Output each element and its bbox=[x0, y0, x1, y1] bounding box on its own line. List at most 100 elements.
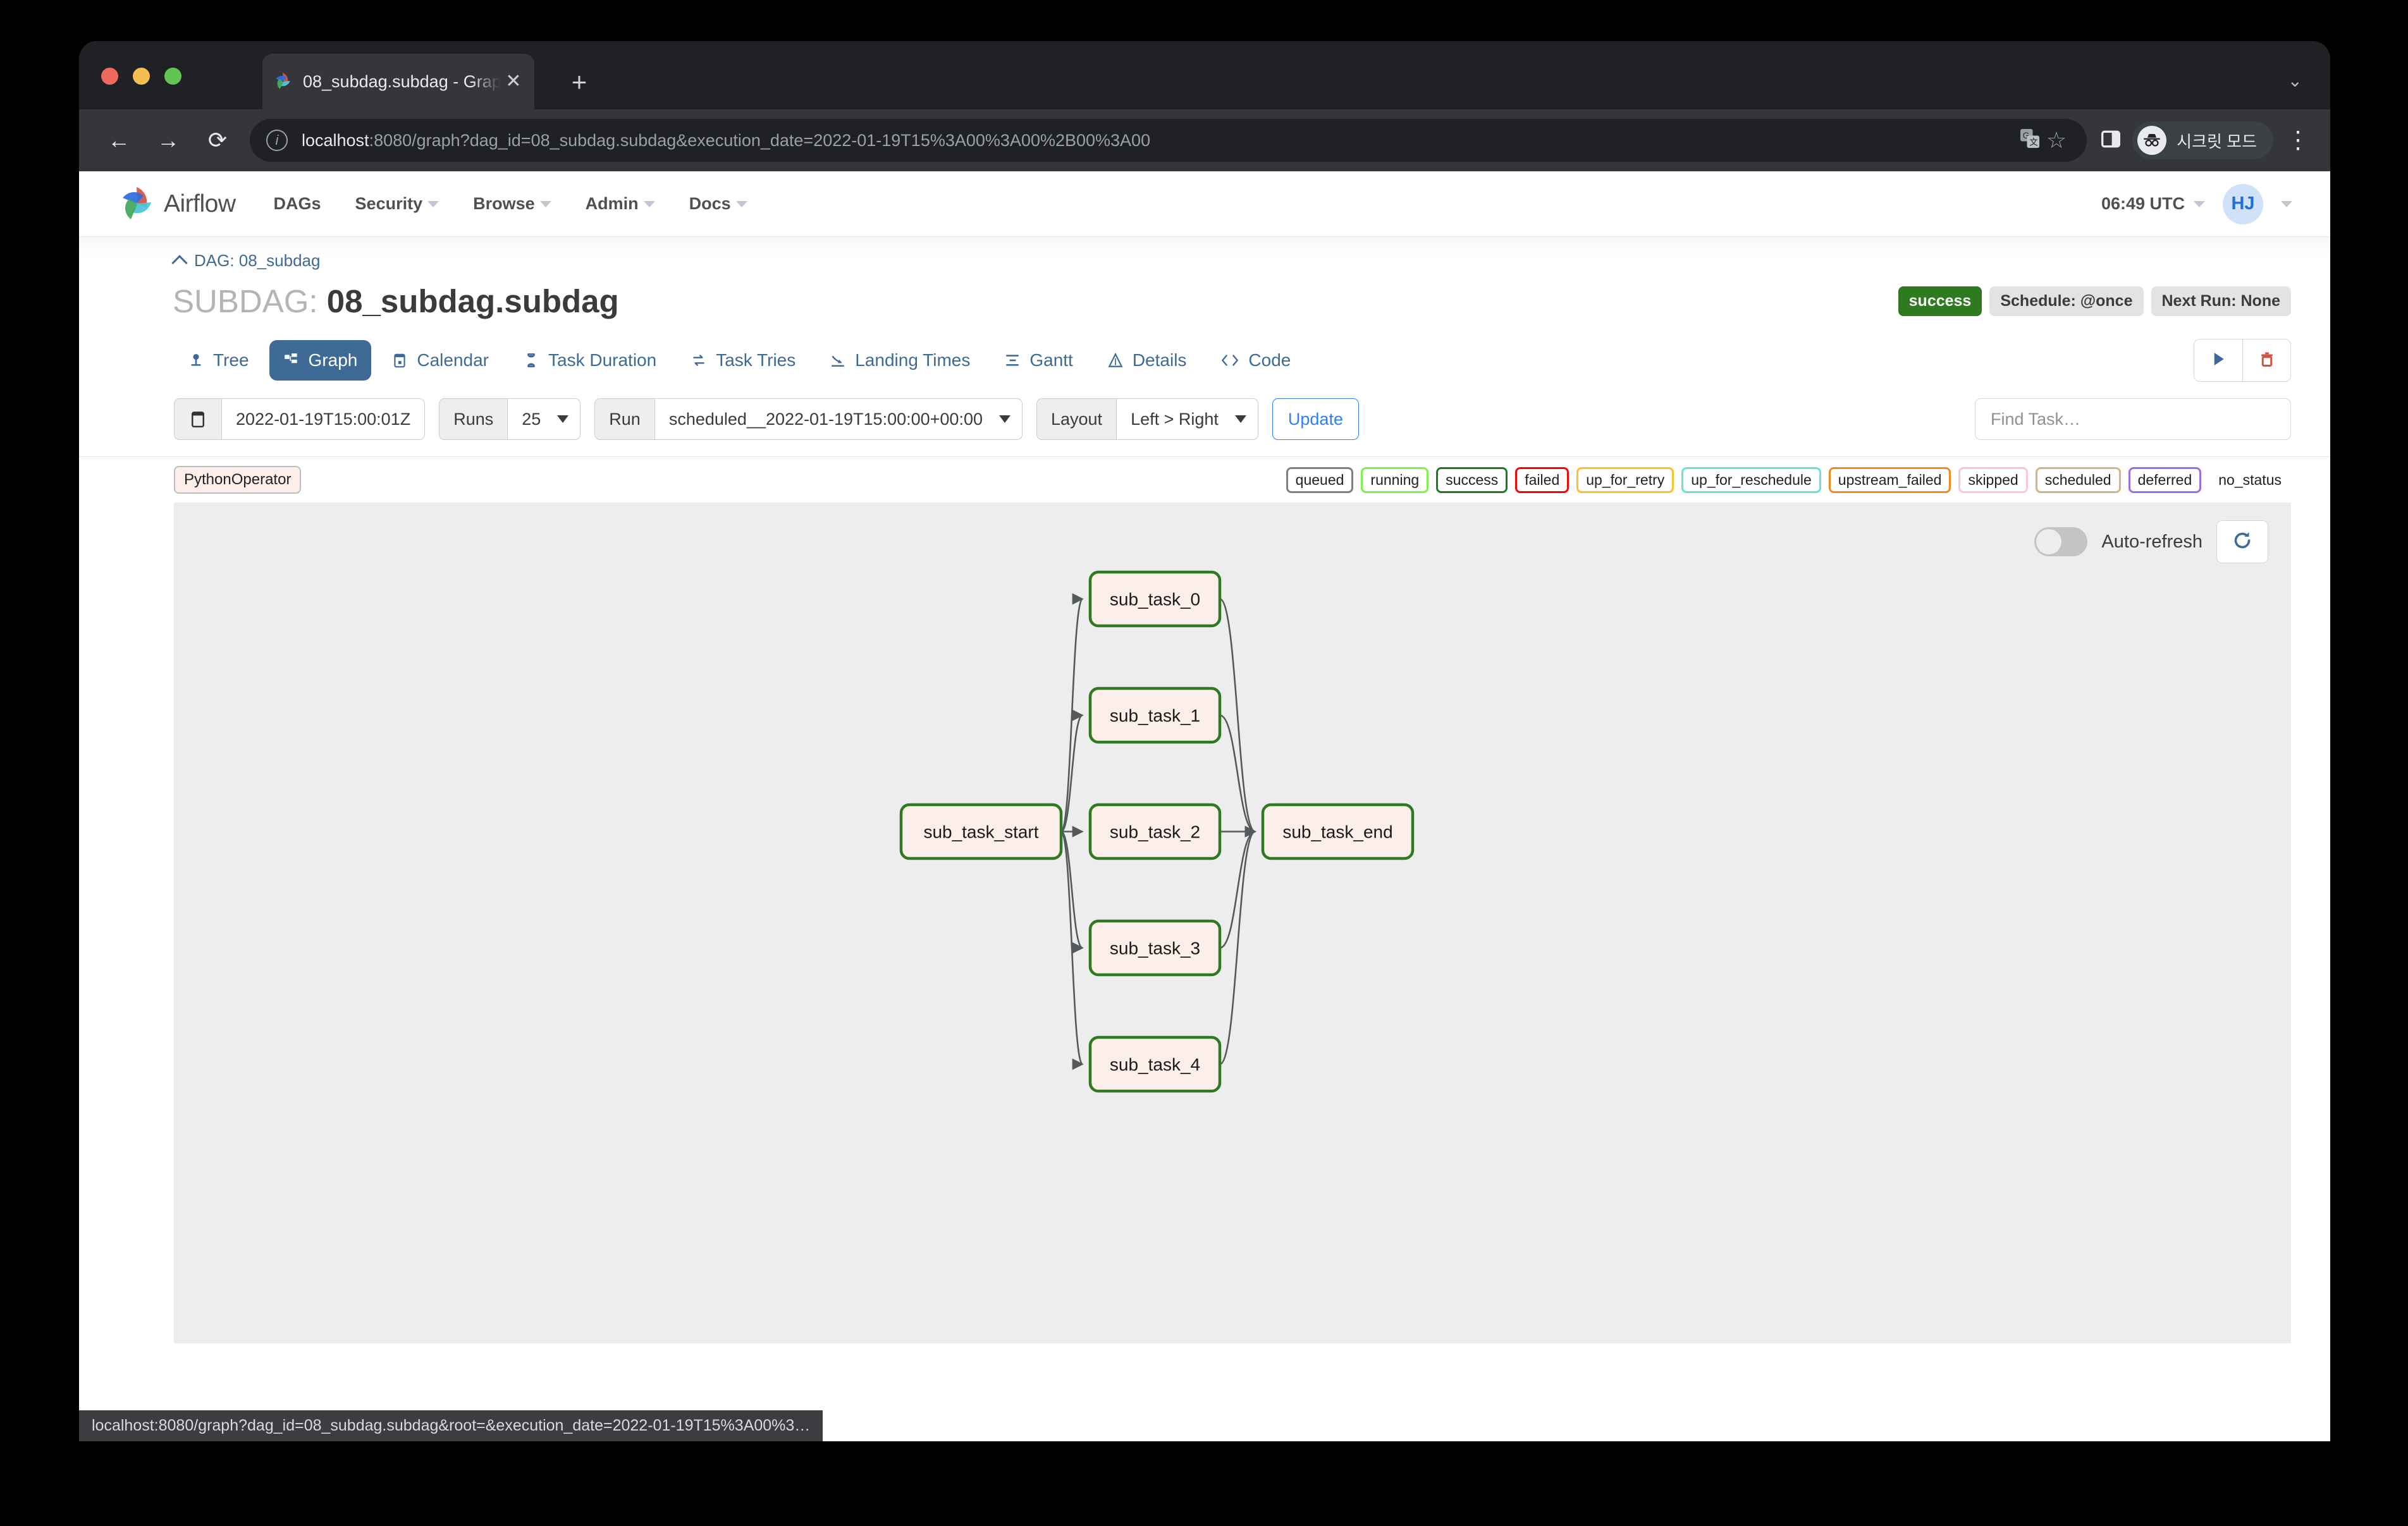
node-layer[interactable]: sub_task_start sub_task_0 sub_task_1 sub_ta… bbox=[899, 570, 1415, 1093]
tab-tree[interactable]: Tree bbox=[174, 340, 263, 381]
run-select-value: scheduled__2022-01-19T15:00:00+00:00 bbox=[668, 409, 983, 429]
dag-node-label: sub_task_0 bbox=[1110, 590, 1200, 609]
tab-task-duration[interactable]: Task Duration bbox=[509, 340, 670, 381]
breadcrumb-dag-link[interactable]: DAG: 08_subdag bbox=[171, 251, 2330, 271]
incognito-label: 시크릿 모드 bbox=[2177, 131, 2257, 151]
nav-label: Docs bbox=[689, 194, 731, 213]
landing-icon bbox=[830, 352, 846, 369]
browser-tab-title: 08_subdag.subdag - Graph - A bbox=[303, 71, 503, 91]
window-controls[interactable] bbox=[101, 68, 181, 85]
address-bar-url: localhost:8080/graph?dag_id=08_subdag.su… bbox=[302, 131, 1150, 150]
dag-edge bbox=[1219, 714, 1256, 838]
close-tab-icon[interactable]: ✕ bbox=[503, 71, 524, 92]
legend-deferred: deferred bbox=[2128, 467, 2202, 493]
new-tab-button[interactable]: + bbox=[566, 69, 593, 95]
dag-node-label: sub_task_start bbox=[923, 822, 1038, 842]
nav-label: Admin bbox=[585, 194, 639, 213]
play-icon bbox=[2209, 350, 2228, 372]
browser-status-bar: localhost:8080/graph?dag_id=08_subdag.su… bbox=[79, 1410, 823, 1441]
trigger-dag-button[interactable] bbox=[2194, 339, 2242, 381]
dag-node-label: sub_task_4 bbox=[1110, 1055, 1200, 1075]
dag-node[interactable]: sub_task_end bbox=[1261, 803, 1415, 860]
trash-icon bbox=[2258, 350, 2276, 372]
tab-gantt[interactable]: Gantt bbox=[990, 340, 1086, 381]
graph-canvas[interactable]: Auto-refresh sub_task_start sub_task_0 s… bbox=[174, 503, 2291, 1343]
run-label: Run bbox=[594, 398, 655, 440]
dag-node-label: sub_task_1 bbox=[1110, 706, 1200, 726]
airflow-logo[interactable]: Airflow bbox=[117, 184, 236, 224]
nav-item-docs[interactable]: Docs bbox=[689, 194, 747, 214]
nav-item-security[interactable]: Security bbox=[355, 194, 439, 214]
chevron-down-icon bbox=[643, 200, 655, 207]
dag-edge bbox=[1060, 831, 1084, 1070]
nav-item-admin[interactable]: Admin bbox=[586, 194, 655, 214]
back-icon[interactable]: ← bbox=[101, 122, 137, 159]
tab-code[interactable]: Code bbox=[1207, 340, 1305, 381]
legend-running: running bbox=[1361, 467, 1429, 493]
dag-graph-svg[interactable]: sub_task_start sub_task_0 sub_task_1 sub_ta… bbox=[174, 503, 2291, 1343]
chevron-down-icon bbox=[557, 415, 569, 423]
legend-success: success bbox=[1436, 467, 1508, 493]
nav-item-dags[interactable]: DAGs bbox=[274, 194, 321, 214]
avatar[interactable]: HJ bbox=[2223, 183, 2263, 224]
page-title-prefix: SUBDAG: bbox=[173, 283, 318, 319]
tab-task-tries[interactable]: Task Tries bbox=[677, 340, 809, 381]
dag-node[interactable]: sub_task_start bbox=[899, 803, 1063, 860]
page-title: SUBDAG: 08_subdag.subdag bbox=[173, 283, 619, 320]
tab-label: Gantt bbox=[1029, 350, 1073, 370]
find-task-input[interactable]: Find Task… bbox=[1975, 398, 2291, 440]
reload-icon[interactable]: ⟳ bbox=[199, 122, 236, 159]
dag-edge bbox=[1219, 826, 1256, 1065]
tab-landing-times[interactable]: Landing Times bbox=[816, 340, 984, 381]
gantt-icon bbox=[1004, 352, 1021, 369]
tab-details[interactable]: Details bbox=[1093, 340, 1201, 381]
minimize-window-button[interactable] bbox=[133, 68, 150, 85]
runs-group: Runs 25 bbox=[439, 398, 581, 440]
layout-select[interactable]: Left > Right bbox=[1117, 398, 1258, 440]
site-info-icon[interactable]: i bbox=[266, 130, 288, 151]
chevron-down-icon[interactable] bbox=[2281, 200, 2292, 207]
legend-row: PythonOperator queued running success fa… bbox=[79, 457, 2330, 503]
close-window-button[interactable] bbox=[101, 68, 118, 85]
runs-select[interactable]: 25 bbox=[508, 398, 581, 440]
state-legend: queued running success failed up_for_ret… bbox=[1286, 467, 2291, 493]
breadcrumb-label: DAG: 08_subdag bbox=[194, 251, 321, 270]
browser-menu-icon[interactable]: ⋮ bbox=[2282, 128, 2314, 152]
chevron-down-icon bbox=[427, 200, 439, 207]
tab-search-icon[interactable]: ⌄ bbox=[2288, 70, 2302, 91]
chevron-down-icon bbox=[2194, 200, 2205, 207]
bookmark-star-icon[interactable]: ☆ bbox=[2046, 129, 2067, 152]
dag-node[interactable]: sub_task_2 bbox=[1088, 803, 1222, 860]
dag-node[interactable]: sub_task_3 bbox=[1088, 919, 1222, 977]
chevron-down-icon bbox=[1234, 415, 1246, 423]
tab-graph[interactable]: Graph bbox=[269, 340, 372, 381]
airflow-nav-right: 06:49 UTC HJ bbox=[2101, 183, 2292, 224]
utc-clock[interactable]: 06:49 UTC bbox=[2101, 194, 2205, 214]
runs-select-value: 25 bbox=[522, 409, 541, 429]
schedule-badge[interactable]: Schedule: @once bbox=[1989, 286, 2144, 316]
execution-date-group: 2022-01-19T15:00:01Z bbox=[174, 398, 426, 440]
tab-label: Calendar bbox=[417, 350, 489, 370]
update-button[interactable]: Update bbox=[1272, 398, 1359, 440]
maximize-window-button[interactable] bbox=[164, 68, 181, 85]
dag-node[interactable]: sub_task_1 bbox=[1088, 687, 1222, 744]
dag-node[interactable]: sub_task_4 bbox=[1088, 1035, 1222, 1093]
calendar-picker-button[interactable] bbox=[174, 398, 222, 440]
airflow-logo-icon bbox=[117, 184, 157, 224]
run-select[interactable]: scheduled__2022-01-19T15:00:00+00:00 bbox=[654, 398, 1023, 440]
execution-date-input[interactable]: 2022-01-19T15:00:01Z bbox=[222, 398, 426, 440]
dag-node[interactable]: sub_task_0 bbox=[1088, 570, 1222, 628]
side-panel-icon[interactable] bbox=[2098, 126, 2123, 155]
address-bar[interactable]: i localhost:8080/graph?dag_id=08_subdag.… bbox=[250, 119, 2087, 162]
tab-calendar[interactable]: Calendar bbox=[378, 340, 503, 381]
graph-icon bbox=[283, 352, 300, 369]
next-run-badge[interactable]: Next Run: None bbox=[2151, 286, 2291, 316]
retry-icon bbox=[691, 352, 707, 369]
translate-icon[interactable]: G 文 bbox=[2018, 127, 2041, 154]
browser-tab[interactable]: 08_subdag.subdag - Graph - A ✕ bbox=[262, 54, 534, 109]
legend-skipped: skipped bbox=[1958, 467, 2028, 493]
delete-dag-button[interactable] bbox=[2242, 339, 2290, 381]
incognito-indicator[interactable]: 시크릿 모드 bbox=[2132, 121, 2273, 159]
nav-item-browse[interactable]: Browse bbox=[473, 194, 551, 214]
forward-icon[interactable]: → bbox=[150, 122, 187, 159]
